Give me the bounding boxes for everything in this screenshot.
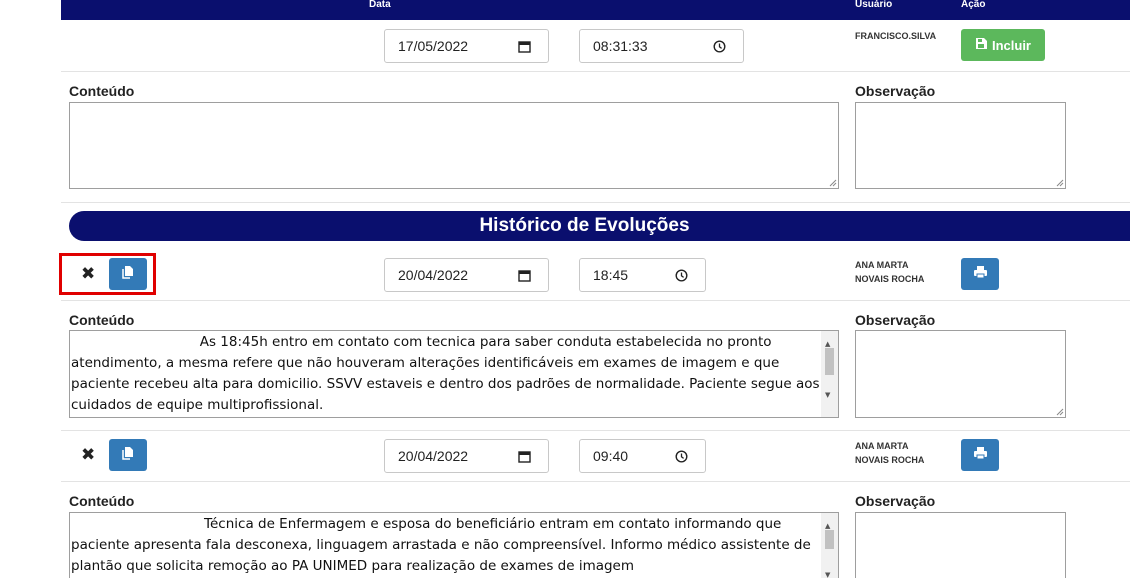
close-icon: ✖ xyxy=(81,264,96,283)
content-label: Conteúdo xyxy=(69,83,135,99)
entry-content-textarea[interactable]: As 18:45h entro em contato com tecnica p… xyxy=(69,330,839,418)
add-button[interactable]: Incluir xyxy=(961,29,1045,61)
delete-button[interactable]: ✖ xyxy=(81,265,95,282)
copy-button[interactable] xyxy=(109,439,147,471)
entry-user: ANA MARTA NOVAIS ROCHA xyxy=(855,260,925,284)
calendar-icon[interactable] xyxy=(514,265,534,285)
new-observation-textarea[interactable] xyxy=(855,102,1066,189)
print-button[interactable] xyxy=(961,258,999,290)
divider xyxy=(61,430,1130,431)
scrollbar[interactable]: ▲ ▼ xyxy=(821,513,838,578)
copy-icon xyxy=(121,446,135,465)
observation-label: Observação xyxy=(855,312,936,328)
divider xyxy=(61,71,1130,72)
header-date: Data xyxy=(369,0,391,10)
print-icon xyxy=(973,265,988,284)
new-time-input[interactable]: 08:31:33 xyxy=(579,29,744,63)
add-icon xyxy=(975,37,988,53)
entry-time-input[interactable]: 09:40 xyxy=(579,439,706,473)
clock-icon[interactable] xyxy=(671,265,691,285)
new-content-textarea[interactable] xyxy=(69,102,839,189)
divider xyxy=(61,481,1130,482)
resize-grip-icon[interactable] xyxy=(827,177,837,187)
print-icon xyxy=(973,446,988,465)
copy-button[interactable] xyxy=(109,258,147,290)
calendar-icon[interactable] xyxy=(514,446,534,466)
print-button[interactable] xyxy=(961,439,999,471)
resize-grip-icon[interactable] xyxy=(1054,177,1064,187)
entry-content-textarea[interactable]: Técnica de Enfermagem e esposa do benefi… xyxy=(69,512,839,578)
entry-observation-textarea[interactable] xyxy=(855,330,1066,418)
calendar-icon[interactable] xyxy=(514,36,534,56)
table-header: Data Usuário Ação xyxy=(61,0,1130,20)
entry-observation-textarea[interactable] xyxy=(855,512,1066,578)
observation-label: Observação xyxy=(855,493,936,509)
close-icon: ✖ xyxy=(81,445,96,464)
delete-button[interactable]: ✖ xyxy=(81,446,95,463)
resize-grip-icon[interactable] xyxy=(1054,406,1064,416)
new-date-input[interactable]: 17/05/2022 xyxy=(384,29,549,63)
history-title: Histórico de Evoluções xyxy=(69,211,1130,241)
divider xyxy=(61,300,1130,301)
divider xyxy=(61,202,1130,203)
header-action: Ação xyxy=(961,0,986,10)
observation-label: Observação xyxy=(855,83,936,99)
content-label: Conteúdo xyxy=(69,493,135,509)
clock-icon[interactable] xyxy=(671,446,691,466)
scrollbar[interactable]: ▲ ▼ xyxy=(821,331,838,417)
entry-user: ANA MARTA NOVAIS ROCHA xyxy=(855,441,925,465)
copy-icon xyxy=(121,265,135,284)
clock-icon[interactable] xyxy=(709,36,729,56)
new-entry-user: FRANCISCO.SILVA xyxy=(855,31,937,41)
header-user: Usuário xyxy=(855,0,893,10)
content-label: Conteúdo xyxy=(69,312,135,328)
entry-time-input[interactable]: 18:45 xyxy=(579,258,706,292)
entry-date-input[interactable]: 20/04/2022 xyxy=(384,258,549,292)
entry-date-input[interactable]: 20/04/2022 xyxy=(384,439,549,473)
